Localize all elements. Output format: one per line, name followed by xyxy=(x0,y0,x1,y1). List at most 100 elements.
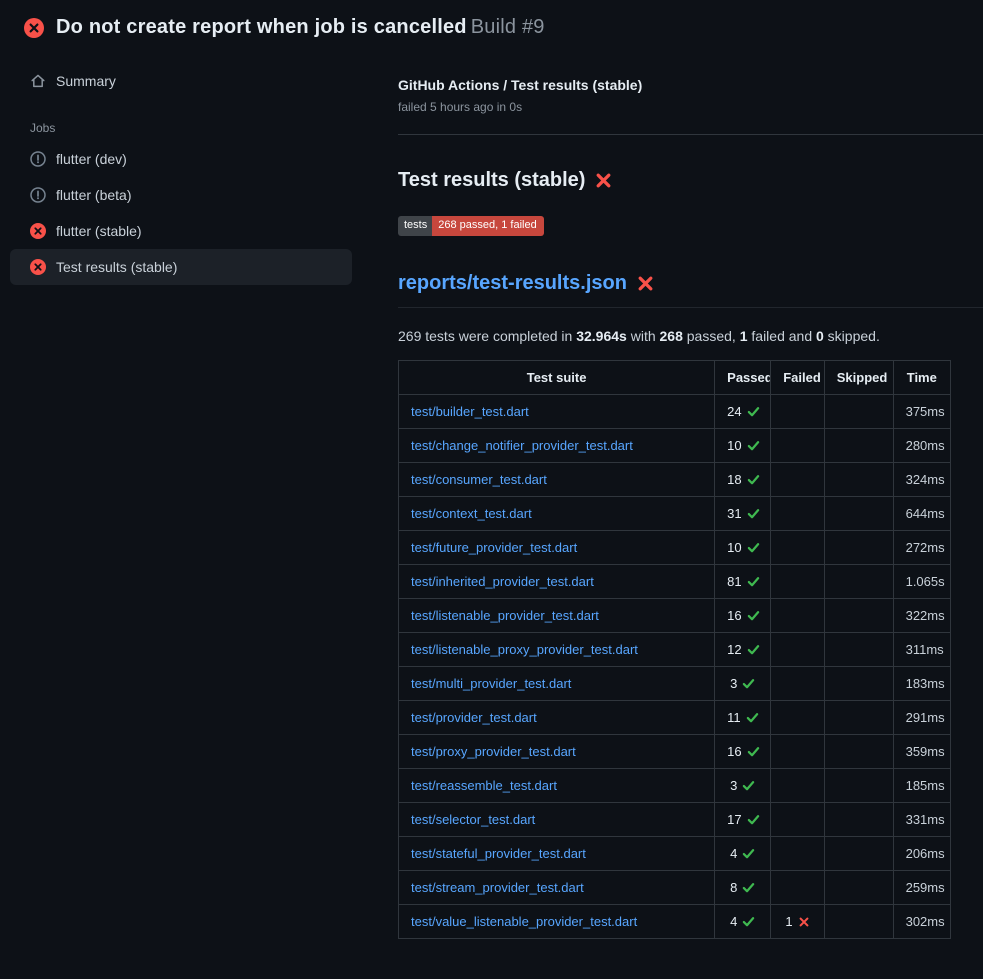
passed-count: 16 xyxy=(727,744,741,759)
check-icon xyxy=(747,439,760,452)
passed-count: 3 xyxy=(730,676,737,691)
passed-count: 16 xyxy=(727,608,741,623)
check-icon xyxy=(747,609,760,622)
sidebar-job-item[interactable]: flutter (dev) xyxy=(10,141,352,177)
main-content: GitHub Actions / Test results (stable) f… xyxy=(398,49,983,979)
time-cell: 311ms xyxy=(893,633,950,667)
skipped-cell xyxy=(824,871,893,905)
time-cell: 1.065s xyxy=(893,565,950,599)
failed-cell xyxy=(771,701,825,735)
failed-cell xyxy=(771,837,825,871)
suite-cell: test/listenable_proxy_provider_test.dart xyxy=(399,633,715,667)
failed-cell xyxy=(771,769,825,803)
skipped-cell xyxy=(824,803,893,837)
report-failed-x-icon xyxy=(637,275,654,292)
skipped-cell xyxy=(824,497,893,531)
table-row: test/inherited_provider_test.dart 81 1.0… xyxy=(399,565,951,599)
failed-x-icon xyxy=(595,172,612,189)
summary-text-segment: with xyxy=(627,328,660,344)
sidebar-job-item[interactable]: flutter (stable) xyxy=(10,213,352,249)
job-failed-icon xyxy=(30,223,46,239)
table-row: test/proxy_provider_test.dart 16 359ms xyxy=(399,735,951,769)
passed-count: 17 xyxy=(727,812,741,827)
sidebar-job-item[interactable]: Test results (stable) xyxy=(10,249,352,285)
run-title-text: Do not create report when job is cancell… xyxy=(56,16,467,38)
check-icon xyxy=(742,677,755,690)
table-row: test/listenable_provider_test.dart 16 32… xyxy=(399,599,951,633)
suite-link[interactable]: test/inherited_provider_test.dart xyxy=(411,574,594,589)
report-title: reports/test-results.json xyxy=(398,272,983,308)
suite-link[interactable]: test/stream_provider_test.dart xyxy=(411,880,584,895)
table-row: test/future_provider_test.dart 10 272ms xyxy=(399,531,951,565)
check-icon xyxy=(747,745,760,758)
check-icon xyxy=(742,881,755,894)
sidebar-item-summary[interactable]: Summary xyxy=(10,63,352,99)
failed-cell xyxy=(771,531,825,565)
passed-count: 10 xyxy=(727,540,741,555)
run-failed-icon xyxy=(24,18,44,38)
suite-cell: test/future_provider_test.dart xyxy=(399,531,715,565)
job-neutral-icon xyxy=(30,151,46,167)
badge-label: tests xyxy=(398,216,432,236)
suite-cell: test/inherited_provider_test.dart xyxy=(399,565,715,599)
suite-cell: test/change_notifier_provider_test.dart xyxy=(399,429,715,463)
table-row: test/reassemble_test.dart 3 185ms xyxy=(399,769,951,803)
suite-link[interactable]: test/listenable_provider_test.dart xyxy=(411,608,599,623)
failed-cell xyxy=(771,803,825,837)
suite-link[interactable]: test/listenable_proxy_provider_test.dart xyxy=(411,642,638,657)
table-row: test/context_test.dart 31 644ms xyxy=(399,497,951,531)
summary-text-segment: 0 xyxy=(816,328,824,344)
breadcrumb: GitHub Actions / Test results (stable) xyxy=(398,77,951,93)
suite-link[interactable]: test/provider_test.dart xyxy=(411,710,537,725)
suite-cell: test/consumer_test.dart xyxy=(399,463,715,497)
sidebar: Summary Jobs flutter (dev) flutter (beta… xyxy=(0,49,398,285)
divider xyxy=(398,134,983,135)
table-header-row: Test suite Passed Failed Skipped Time xyxy=(399,361,951,395)
table-row: test/builder_test.dart 24 375ms xyxy=(399,395,951,429)
suite-link[interactable]: test/consumer_test.dart xyxy=(411,472,547,487)
report-file-link[interactable]: reports/test-results.json xyxy=(398,272,627,295)
col-skipped: Skipped xyxy=(824,361,893,395)
summary-text-segment: 32.964s xyxy=(576,328,627,344)
suite-cell: test/builder_test.dart xyxy=(399,395,715,429)
suite-link[interactable]: test/change_notifier_provider_test.dart xyxy=(411,438,633,453)
check-icon xyxy=(747,575,760,588)
job-label: flutter (dev) xyxy=(56,151,127,167)
skipped-cell xyxy=(824,837,893,871)
failed-cell xyxy=(771,735,825,769)
suite-link[interactable]: test/selector_test.dart xyxy=(411,812,535,827)
skipped-cell xyxy=(824,395,893,429)
passed-count: 31 xyxy=(727,506,741,521)
suite-cell: test/stateful_provider_test.dart xyxy=(399,837,715,871)
passed-cell: 31 xyxy=(715,497,771,531)
suite-link[interactable]: test/reassemble_test.dart xyxy=(411,778,557,793)
suite-link[interactable]: test/proxy_provider_test.dart xyxy=(411,744,576,759)
time-cell: 291ms xyxy=(893,701,950,735)
suite-link[interactable]: test/multi_provider_test.dart xyxy=(411,676,571,691)
passed-cell: 11 xyxy=(715,701,771,735)
suite-link[interactable]: test/context_test.dart xyxy=(411,506,532,521)
suite-cell: test/value_listenable_provider_test.dart xyxy=(399,905,715,939)
jobs-section-label: Jobs xyxy=(30,121,352,135)
passed-cell: 8 xyxy=(715,871,771,905)
suite-link[interactable]: test/value_listenable_provider_test.dart xyxy=(411,914,637,929)
passed-cell: 3 xyxy=(715,667,771,701)
passed-count: 8 xyxy=(730,880,737,895)
suite-link[interactable]: test/future_provider_test.dart xyxy=(411,540,577,555)
summary-text-segment: 269 tests were completed in xyxy=(398,328,576,344)
skipped-cell xyxy=(824,701,893,735)
sidebar-job-item[interactable]: flutter (beta) xyxy=(10,177,352,213)
section-title-text: Test results (stable) xyxy=(398,169,585,192)
time-cell: 302ms xyxy=(893,905,950,939)
check-icon xyxy=(742,847,755,860)
passed-count: 4 xyxy=(730,846,737,861)
check-icon xyxy=(747,813,760,826)
x-icon xyxy=(798,916,810,928)
passed-count: 81 xyxy=(727,574,741,589)
suite-link[interactable]: test/stateful_provider_test.dart xyxy=(411,846,586,861)
passed-cell: 3 xyxy=(715,769,771,803)
check-icon xyxy=(742,779,755,792)
suite-cell: test/selector_test.dart xyxy=(399,803,715,837)
build-number: Build #9 xyxy=(471,16,545,38)
suite-link[interactable]: test/builder_test.dart xyxy=(411,404,529,419)
